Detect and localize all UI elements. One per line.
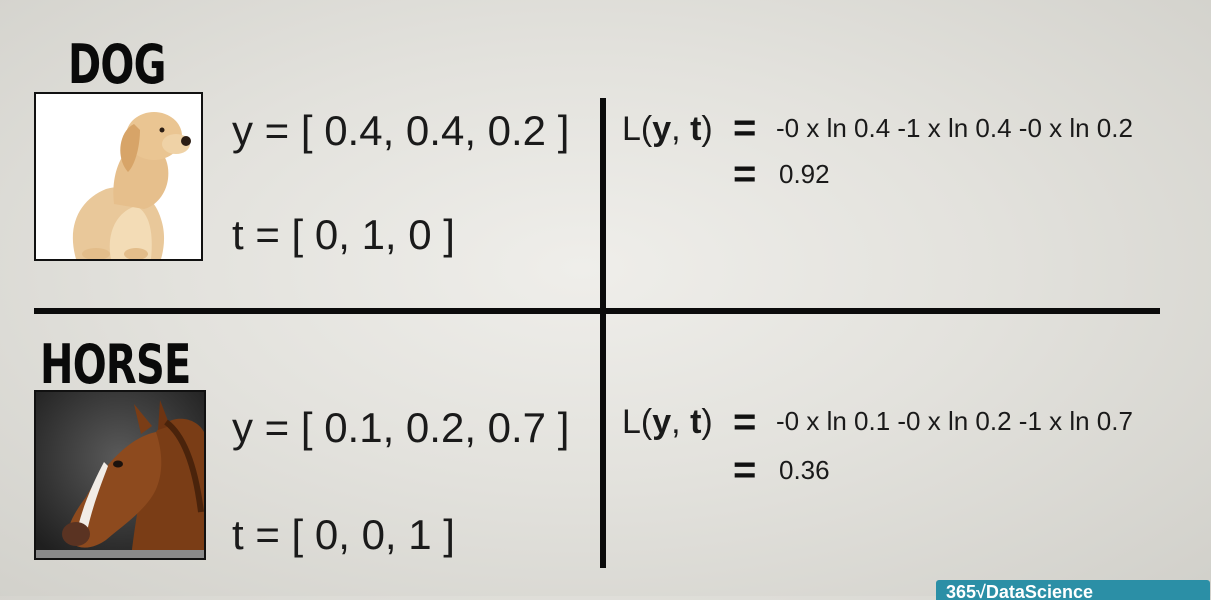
loss-prefix: L(: [622, 403, 653, 441]
horse-loss-label: L(y, t): [622, 405, 713, 439]
horse-photo: [34, 390, 206, 560]
horse-equals-1: =: [733, 400, 757, 444]
dog-loss-expression: -0 x ln 0.4 -1 x ln 0.4 -0 x ln 0.2: [776, 113, 1133, 143]
dog-loss-label: L(y, t): [622, 112, 713, 146]
dog-title: DOG: [68, 33, 166, 96]
horse-title: HORSE: [40, 333, 191, 396]
loss-y: y: [652, 110, 672, 148]
loss-sep: ,: [671, 403, 691, 441]
loss-suffix: ): [701, 403, 713, 441]
vertical-divider-top: [600, 98, 606, 310]
loss-t: t: [690, 110, 702, 148]
horizontal-divider: [34, 308, 1160, 314]
dog-t-vector: t = [ 0, 1, 0 ]: [232, 211, 455, 258]
horse-t-vector: t = [ 0, 0, 1 ]: [232, 511, 455, 558]
dog-equals-2: =: [733, 152, 757, 196]
horse-loss-result: 0.36: [779, 455, 830, 485]
dog-photo: [34, 92, 203, 261]
dog-image: [36, 94, 201, 259]
vertical-divider-bottom: [600, 308, 606, 568]
loss-suffix: ): [701, 110, 713, 148]
brand-badge: 365√DataScience: [936, 580, 1210, 600]
horse-image: [36, 392, 204, 558]
horse-equals-2: =: [733, 448, 757, 492]
loss-y: y: [652, 403, 672, 441]
horse-loss-expression: -0 x ln 0.1 -0 x ln 0.2 -1 x ln 0.7: [776, 406, 1133, 436]
loss-t: t: [690, 403, 702, 441]
loss-sep: ,: [671, 110, 691, 148]
loss-prefix: L(: [622, 110, 653, 148]
dog-y-vector: y = [ 0.4, 0.4, 0.2 ]: [232, 107, 570, 154]
dog-loss-result: 0.92: [779, 159, 830, 189]
horse-y-vector: y = [ 0.1, 0.2, 0.7 ]: [232, 404, 570, 451]
dog-equals-1: =: [733, 106, 757, 150]
